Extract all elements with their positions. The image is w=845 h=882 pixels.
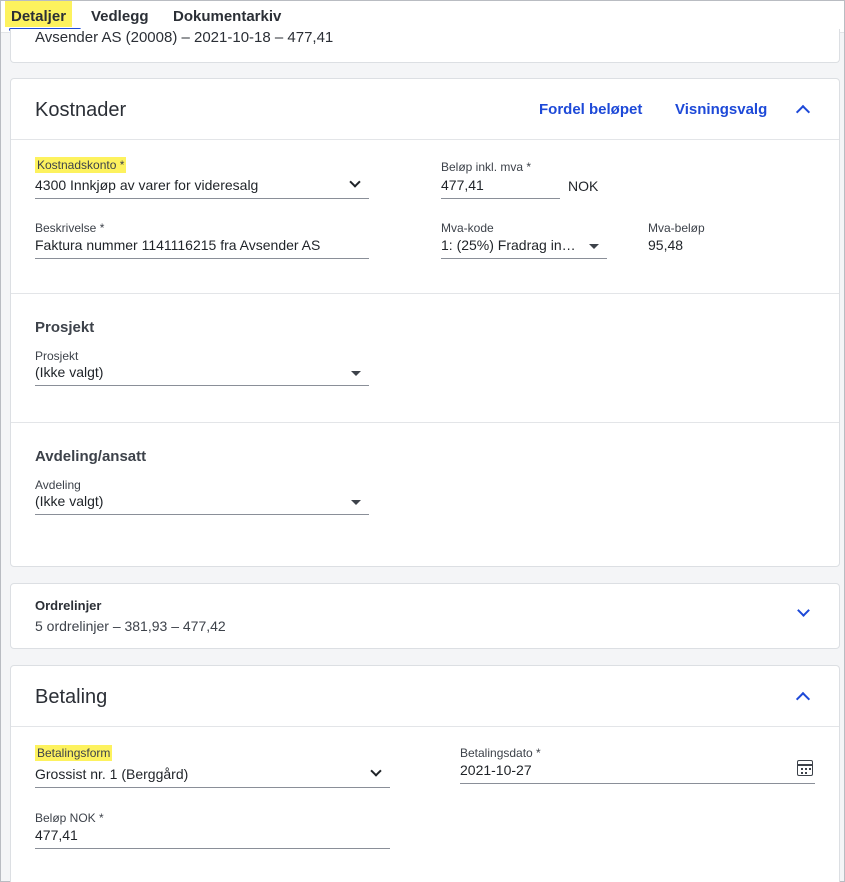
chevron-down-icon xyxy=(349,176,361,188)
mva-belop-label: Mva-beløp xyxy=(648,221,705,235)
avdeling-label: Avdeling xyxy=(35,478,81,492)
beskrivelse-input[interactable]: Faktura nummer 1141116215 fra Avsender A… xyxy=(35,235,369,259)
avdeling-title: Avdeling/ansatt xyxy=(35,448,147,465)
betalingsform-select[interactable]: Grossist nr. 1 (Berggård) xyxy=(35,764,390,788)
betalingsform-label-text: Betalingsform xyxy=(35,745,113,761)
ordrelinjer-summary: 5 ordrelinjer – 381,93 – 477,42 xyxy=(35,618,226,634)
caret-down-icon xyxy=(589,244,599,249)
fordel-belopet-button[interactable]: Fordel beløpet xyxy=(539,101,642,118)
kostnadskonto-label-text: Kostnadskonto * xyxy=(35,157,127,173)
prosjekt-title: Prosjekt xyxy=(35,319,95,336)
mva-kode-label: Mva-kode xyxy=(441,221,494,235)
belop-value: 477,41 xyxy=(441,177,484,193)
divider xyxy=(11,293,839,294)
betalingsdato-value: 2021-10-27 xyxy=(460,762,532,778)
chevron-down-icon xyxy=(370,765,382,777)
chevron-up-icon[interactable] xyxy=(795,691,811,707)
belop-label: Beløp inkl. mva * xyxy=(441,160,532,174)
visningsvalg-button[interactable]: Visningsvalg xyxy=(675,101,767,118)
ordrelinjer-title: Ordrelinjer xyxy=(35,598,102,613)
betalingsdato-label: Betalingsdato * xyxy=(460,746,541,760)
betaling-header: Betaling xyxy=(11,666,839,727)
betalingsform-label: Betalingsform xyxy=(35,745,113,761)
betaling-title: Betaling xyxy=(35,686,108,708)
kostnader-card: Kostnader Fordel beløpet Visningsvalg Ko… xyxy=(10,78,840,567)
chevron-up-icon[interactable] xyxy=(795,104,811,120)
avdeling-value: (Ikke valgt) xyxy=(35,493,104,509)
tab-detaljer[interactable]: Detaljer xyxy=(5,1,73,27)
avdeling-select[interactable]: (Ikke valgt) xyxy=(35,491,369,515)
caret-down-icon xyxy=(351,371,361,376)
belop-nok-label: Beløp NOK * xyxy=(35,811,104,825)
betalingsform-value: Grossist nr. 1 (Berggård) xyxy=(35,766,189,782)
invoice-summary-card: Avsender AS (20008) – 2021-10-18 – 477,4… xyxy=(10,29,840,63)
beskrivelse-value: Faktura nummer 1141116215 fra Avsender A… xyxy=(35,237,321,253)
calendar-icon[interactable] xyxy=(797,760,813,776)
chevron-down-icon[interactable] xyxy=(797,604,810,617)
currency-label: NOK xyxy=(568,178,599,194)
mva-kode-select[interactable]: 1: (25%) Fradrag in… xyxy=(441,235,607,259)
kostnadskonto-value: 4300 Innkjøp av varer for videresalg xyxy=(35,177,259,193)
betaling-card: Betaling Betalingsform Grossist nr. 1 (B… xyxy=(10,665,840,882)
belop-nok-value: 477,41 xyxy=(35,827,78,843)
ordrelinjer-card[interactable]: Ordrelinjer 5 ordrelinjer – 381,93 – 477… xyxy=(10,583,840,649)
caret-down-icon xyxy=(351,500,361,505)
beskrivelse-label: Beskrivelse * xyxy=(35,221,105,235)
kostnadskonto-label: Kostnadskonto * xyxy=(35,157,127,173)
prosjekt-value: (Ikke valgt) xyxy=(35,364,104,380)
kostnadskonto-select[interactable]: 4300 Innkjøp av varer for videresalg xyxy=(35,175,369,199)
invoice-summary-text: Avsender AS (20008) – 2021-10-18 – 477,4… xyxy=(35,29,334,46)
mva-belop-value: 95,48 xyxy=(648,237,684,253)
kostnader-title: Kostnader xyxy=(35,99,127,121)
belop-input[interactable]: 477,41 xyxy=(441,175,560,199)
betalingsdato-input[interactable]: 2021-10-27 xyxy=(460,760,815,784)
prosjekt-select[interactable]: (Ikke valgt) xyxy=(35,362,369,386)
belop-nok-input[interactable]: 477,41 xyxy=(35,825,390,849)
kostnader-header: Kostnader Fordel beløpet Visningsvalg xyxy=(11,79,839,140)
divider xyxy=(11,422,839,423)
prosjekt-label: Prosjekt xyxy=(35,349,79,363)
mva-kode-value: 1: (25%) Fradrag in… xyxy=(441,237,576,253)
